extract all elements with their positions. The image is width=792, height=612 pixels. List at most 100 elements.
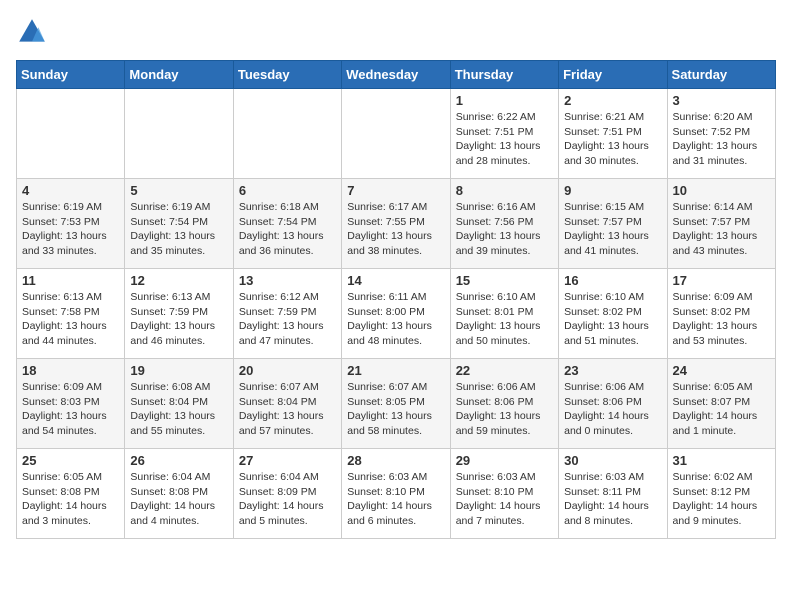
day-number: 8: [456, 183, 553, 198]
day-detail: Sunrise: 6:06 AM Sunset: 8:06 PM Dayligh…: [456, 380, 553, 439]
calendar-cell: 27 Sunrise: 6:04 AM Sunset: 8:09 PM Dayli…: [233, 449, 341, 539]
calendar-cell: 7Sunrise: 6:17 AM Sunset: 7:55 PM Daylig…: [342, 179, 450, 269]
weekday-header-monday: Monday: [125, 61, 233, 89]
weekday-header-friday: Friday: [559, 61, 667, 89]
calendar-cell: 17 Sunrise: 6:09 AM Sunset: 8:02 PM Dayli…: [667, 269, 775, 359]
calendar-cell: [17, 89, 125, 179]
day-detail: Sunrise: 6:03 AM Sunset: 8:10 PM Dayligh…: [347, 470, 444, 529]
calendar-cell: 26 Sunrise: 6:04 AM Sunset: 8:08 PM Dayli…: [125, 449, 233, 539]
day-number: 6: [239, 183, 336, 198]
weekday-header-sunday: Sunday: [17, 61, 125, 89]
calendar-cell: 31Sunrise: 6:02 AM Sunset: 8:12 PM Dayli…: [667, 449, 775, 539]
day-number: 28: [347, 453, 444, 468]
day-detail: Sunrise: 6:02 AM Sunset: 8:12 PM Dayligh…: [673, 470, 770, 529]
calendar-cell: 16 Sunrise: 6:10 AM Sunset: 8:02 PM Dayli…: [559, 269, 667, 359]
calendar-cell: 25Sunrise: 6:05 AM Sunset: 8:08 PM Dayli…: [17, 449, 125, 539]
calendar-cell: 19 Sunrise: 6:08 AM Sunset: 8:04 PM Dayli…: [125, 359, 233, 449]
day-detail: Sunrise: 6:05 AM Sunset: 8:07 PM Dayligh…: [673, 380, 770, 439]
day-detail: Sunrise: 6:11 AM Sunset: 8:00 PM Dayligh…: [347, 290, 444, 349]
day-detail: Sunrise: 6:15 AM Sunset: 7:57 PM Dayligh…: [564, 200, 661, 259]
calendar-week-3: 11 Sunrise: 6:13 AM Sunset: 7:58 PM Dayli…: [17, 269, 776, 359]
day-detail: Sunrise: 6:07 AM Sunset: 8:05 PM Dayligh…: [347, 380, 444, 439]
calendar-week-5: 25Sunrise: 6:05 AM Sunset: 8:08 PM Dayli…: [17, 449, 776, 539]
day-number: 21: [347, 363, 444, 378]
day-detail: Sunrise: 6:04 AM Sunset: 8:08 PM Dayligh…: [130, 470, 227, 529]
calendar-cell: 21 Sunrise: 6:07 AM Sunset: 8:05 PM Dayli…: [342, 359, 450, 449]
day-detail: Sunrise: 6:04 AM Sunset: 8:09 PM Dayligh…: [239, 470, 336, 529]
calendar-cell: [125, 89, 233, 179]
day-detail: Sunrise: 6:10 AM Sunset: 8:01 PM Dayligh…: [456, 290, 553, 349]
day-number: 18: [22, 363, 119, 378]
calendar-cell: 12 Sunrise: 6:13 AM Sunset: 7:59 PM Dayli…: [125, 269, 233, 359]
calendar-cell: 5 Sunrise: 6:19 AM Sunset: 7:54 PM Daylig…: [125, 179, 233, 269]
calendar-cell: [342, 89, 450, 179]
day-number: 3: [673, 93, 770, 108]
day-detail: Sunrise: 6:19 AM Sunset: 7:54 PM Dayligh…: [130, 200, 227, 259]
calendar-week-2: 4 Sunrise: 6:19 AM Sunset: 7:53 PM Daylig…: [17, 179, 776, 269]
day-number: 10: [673, 183, 770, 198]
day-number: 22: [456, 363, 553, 378]
day-number: 11: [22, 273, 119, 288]
page-header: [16, 16, 776, 48]
day-detail: Sunrise: 6:14 AM Sunset: 7:57 PM Dayligh…: [673, 200, 770, 259]
day-number: 4: [22, 183, 119, 198]
calendar-header-row: SundayMondayTuesdayWednesdayThursdayFrid…: [17, 61, 776, 89]
day-detail: Sunrise: 6:09 AM Sunset: 8:02 PM Dayligh…: [673, 290, 770, 349]
calendar-cell: 10 Sunrise: 6:14 AM Sunset: 7:57 PM Dayli…: [667, 179, 775, 269]
day-number: 15: [456, 273, 553, 288]
day-number: 30: [564, 453, 661, 468]
calendar-cell: [233, 89, 341, 179]
day-number: 29: [456, 453, 553, 468]
day-number: 27: [239, 453, 336, 468]
day-number: 13: [239, 273, 336, 288]
day-number: 25: [22, 453, 119, 468]
calendar-cell: 23Sunrise: 6:06 AM Sunset: 8:06 PM Dayli…: [559, 359, 667, 449]
weekday-header-thursday: Thursday: [450, 61, 558, 89]
weekday-header-tuesday: Tuesday: [233, 61, 341, 89]
day-detail: Sunrise: 6:19 AM Sunset: 7:53 PM Dayligh…: [22, 200, 119, 259]
calendar-cell: 11 Sunrise: 6:13 AM Sunset: 7:58 PM Dayli…: [17, 269, 125, 359]
day-detail: Sunrise: 6:08 AM Sunset: 8:04 PM Dayligh…: [130, 380, 227, 439]
calendar-cell: 24Sunrise: 6:05 AM Sunset: 8:07 PM Dayli…: [667, 359, 775, 449]
day-number: 9: [564, 183, 661, 198]
logo: [16, 16, 52, 48]
day-number: 14: [347, 273, 444, 288]
calendar-cell: 18 Sunrise: 6:09 AM Sunset: 8:03 PM Dayli…: [17, 359, 125, 449]
calendar-cell: 30 Sunrise: 6:03 AM Sunset: 8:11 PM Dayli…: [559, 449, 667, 539]
day-detail: Sunrise: 6:10 AM Sunset: 8:02 PM Dayligh…: [564, 290, 661, 349]
weekday-header-wednesday: Wednesday: [342, 61, 450, 89]
day-detail: Sunrise: 6:03 AM Sunset: 8:11 PM Dayligh…: [564, 470, 661, 529]
day-number: 19: [130, 363, 227, 378]
day-detail: Sunrise: 6:09 AM Sunset: 8:03 PM Dayligh…: [22, 380, 119, 439]
day-detail: Sunrise: 6:13 AM Sunset: 7:58 PM Dayligh…: [22, 290, 119, 349]
day-detail: Sunrise: 6:22 AM Sunset: 7:51 PM Dayligh…: [456, 110, 553, 169]
logo-icon: [16, 16, 48, 48]
calendar-cell: 9 Sunrise: 6:15 AM Sunset: 7:57 PM Daylig…: [559, 179, 667, 269]
day-detail: Sunrise: 6:20 AM Sunset: 7:52 PM Dayligh…: [673, 110, 770, 169]
day-detail: Sunrise: 6:18 AM Sunset: 7:54 PM Dayligh…: [239, 200, 336, 259]
weekday-header-saturday: Saturday: [667, 61, 775, 89]
day-detail: Sunrise: 6:03 AM Sunset: 8:10 PM Dayligh…: [456, 470, 553, 529]
calendar-cell: 29 Sunrise: 6:03 AM Sunset: 8:10 PM Dayli…: [450, 449, 558, 539]
calendar-cell: 1Sunrise: 6:22 AM Sunset: 7:51 PM Daylig…: [450, 89, 558, 179]
calendar-cell: 28 Sunrise: 6:03 AM Sunset: 8:10 PM Dayli…: [342, 449, 450, 539]
calendar-cell: 20Sunrise: 6:07 AM Sunset: 8:04 PM Dayli…: [233, 359, 341, 449]
day-number: 5: [130, 183, 227, 198]
day-detail: Sunrise: 6:07 AM Sunset: 8:04 PM Dayligh…: [239, 380, 336, 439]
calendar-cell: 14 Sunrise: 6:11 AM Sunset: 8:00 PM Dayli…: [342, 269, 450, 359]
day-detail: Sunrise: 6:13 AM Sunset: 7:59 PM Dayligh…: [130, 290, 227, 349]
day-number: 2: [564, 93, 661, 108]
calendar-cell: 22 Sunrise: 6:06 AM Sunset: 8:06 PM Dayli…: [450, 359, 558, 449]
calendar-table: SundayMondayTuesdayWednesdayThursdayFrid…: [16, 60, 776, 539]
day-number: 12: [130, 273, 227, 288]
day-detail: Sunrise: 6:21 AM Sunset: 7:51 PM Dayligh…: [564, 110, 661, 169]
calendar-week-4: 18 Sunrise: 6:09 AM Sunset: 8:03 PM Dayli…: [17, 359, 776, 449]
day-number: 17: [673, 273, 770, 288]
day-number: 26: [130, 453, 227, 468]
day-number: 16: [564, 273, 661, 288]
calendar-week-1: 1Sunrise: 6:22 AM Sunset: 7:51 PM Daylig…: [17, 89, 776, 179]
calendar-cell: 2 Sunrise: 6:21 AM Sunset: 7:51 PM Daylig…: [559, 89, 667, 179]
calendar-cell: 13 Sunrise: 6:12 AM Sunset: 7:59 PM Dayli…: [233, 269, 341, 359]
day-detail: Sunrise: 6:12 AM Sunset: 7:59 PM Dayligh…: [239, 290, 336, 349]
day-number: 7: [347, 183, 444, 198]
